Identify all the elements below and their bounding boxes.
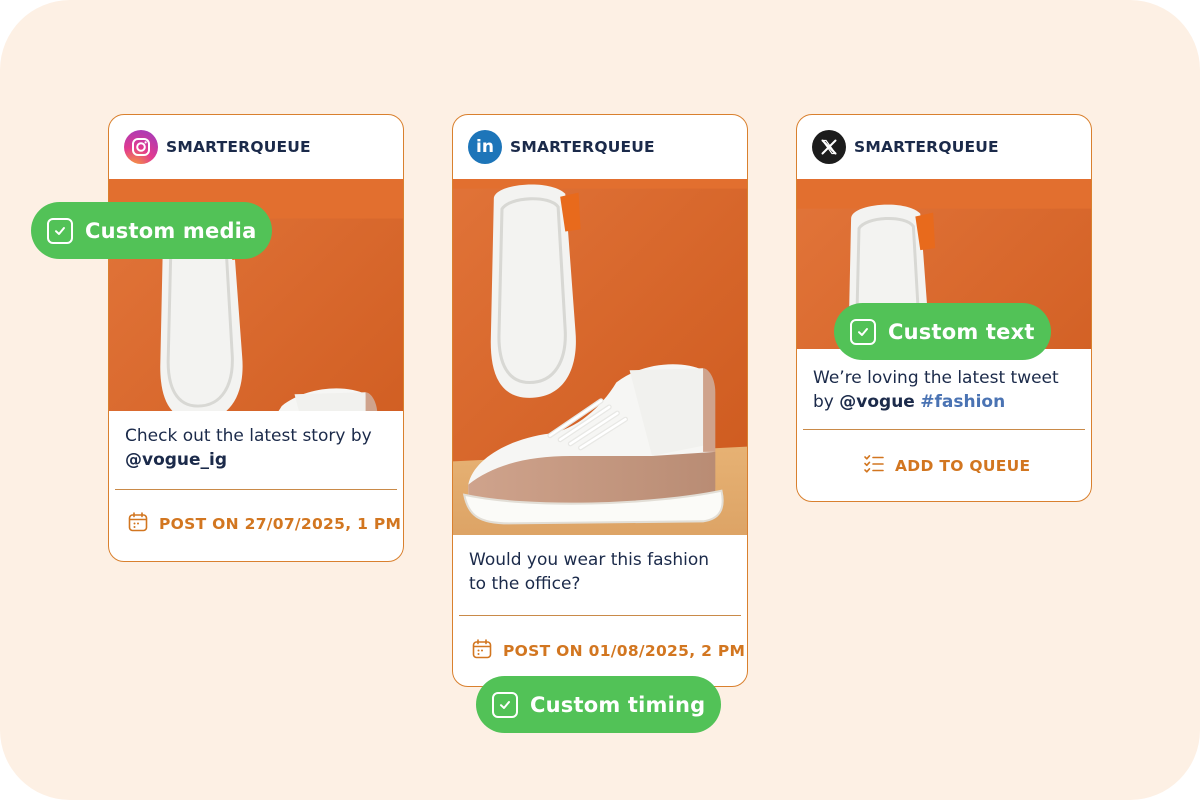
- custom-media-label: Custom media: [85, 218, 257, 243]
- add-to-queue-label: ADD TO QUEUE: [895, 457, 1031, 475]
- post-media-image: [453, 179, 747, 535]
- custom-timing-label: Custom timing: [530, 692, 706, 717]
- calendar-icon: [127, 511, 149, 537]
- calendar-icon: [471, 638, 493, 664]
- instagram-post-card[interactable]: SMARTERQUEUE Check out the latest story …: [108, 114, 404, 562]
- checklist-icon: [863, 453, 885, 479]
- brand-name: SMARTERQUEUE: [510, 138, 655, 156]
- x-logo-icon: [812, 130, 846, 164]
- schedule-label: POST ON 01/08/2025, 2 PM: [503, 642, 746, 660]
- checkmark-icon: [850, 318, 876, 345]
- linkedin-post-card[interactable]: in SMARTERQUEUE Would you wear this fash…: [452, 114, 748, 687]
- post-caption: Check out the latest story by @vogue_ig: [109, 411, 403, 472]
- caption-handle[interactable]: @vogue_ig: [125, 450, 227, 470]
- card-header: SMARTERQUEUE: [797, 115, 1091, 179]
- card-divider: [803, 429, 1085, 430]
- card-header: SMARTERQUEUE: [109, 115, 403, 179]
- brand-name: SMARTERQUEUE: [854, 138, 999, 156]
- caption-text: Check out the latest story by: [125, 426, 372, 446]
- custom-timing-badge: Custom timing: [476, 676, 722, 733]
- caption-handle[interactable]: @vogue: [839, 392, 915, 412]
- schedule-post-button[interactable]: POST ON 27/07/2025, 1 PM: [127, 511, 401, 537]
- instagram-icon: [124, 130, 158, 164]
- card-divider: [459, 615, 741, 616]
- schedule-label: POST ON 27/07/2025, 1 PM: [159, 515, 402, 533]
- checkmark-icon: [47, 217, 73, 244]
- checkmark-icon: [492, 691, 518, 718]
- post-caption: Would you wear this fashion to the offic…: [453, 535, 747, 596]
- caption-text: Would you wear this fashion to the offic…: [469, 550, 710, 594]
- caption-hashtag[interactable]: #fashion: [920, 392, 1005, 412]
- card-divider: [115, 489, 397, 490]
- card-header: in SMARTERQUEUE: [453, 115, 747, 179]
- add-to-queue-button[interactable]: ADD TO QUEUE: [863, 453, 1030, 479]
- custom-text-label: Custom text: [888, 319, 1035, 344]
- linkedin-icon: in: [468, 130, 502, 164]
- custom-text-badge: Custom text: [834, 303, 1051, 360]
- brand-name: SMARTERQUEUE: [166, 138, 311, 156]
- custom-media-badge: Custom media: [31, 202, 273, 259]
- schedule-post-button[interactable]: POST ON 01/08/2025, 2 PM: [471, 638, 745, 664]
